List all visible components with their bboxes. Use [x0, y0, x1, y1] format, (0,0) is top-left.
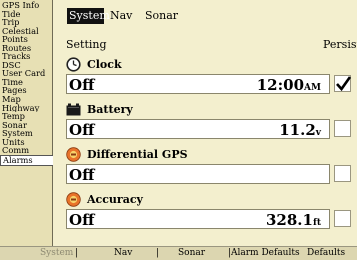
sidebar-item-trip[interactable]: Trip: [0, 18, 52, 27]
tab-sonar[interactable]: Sonar: [143, 8, 180, 24]
alarm-reading: 328.1ft: [265, 211, 321, 229]
sidebar-item-map[interactable]: Map: [0, 95, 52, 104]
menu-system[interactable]: System: [40, 247, 73, 260]
menu-sonar[interactable]: Sonar: [178, 247, 205, 260]
gps-alarms-screen: GPS Info Tide Trip Celestial Points Rout…: [0, 0, 357, 260]
clock-alarm-field[interactable]: Off 12:00AM: [66, 74, 330, 94]
sidebar-item-points[interactable]: Points: [0, 35, 52, 44]
accuracy-icon: [66, 191, 81, 207]
sidebar-item-alarms[interactable]: Alarms: [0, 154, 53, 166]
sidebar: GPS Info Tide Trip Celestial Points Rout…: [0, 0, 53, 246]
alarm-reading: 11.2v: [279, 121, 321, 139]
tab-bar: System Nav Sonar: [53, 0, 357, 28]
sidebar-item-system[interactable]: System: [0, 129, 52, 138]
menu-alarm-defaults[interactable]: Alarm Defaults: [231, 247, 300, 260]
sidebar-item-time[interactable]: Time: [0, 78, 52, 87]
battery-icon: [66, 102, 81, 117]
differential-gps-alarm-field[interactable]: Off: [66, 164, 330, 184]
clock-persist-checkbox[interactable]: [334, 75, 352, 92]
sidebar-item-sonar[interactable]: Sonar: [0, 121, 52, 130]
alarm-setting-value: Off: [69, 166, 95, 184]
battery-alarm-field[interactable]: Off 11.2v: [66, 119, 330, 139]
sidebar-item-celestial[interactable]: Celestial: [0, 27, 52, 36]
alarm-reading: 12:00AM: [256, 76, 321, 94]
accuracy-alarm-field[interactable]: Off 328.1ft: [66, 209, 330, 229]
sidebar-item-gps-info[interactable]: GPS Info: [0, 0, 52, 10]
differential-gps-persist-checkbox[interactable]: [334, 165, 351, 182]
menu-nav[interactable]: Nav: [114, 247, 132, 260]
battery-persist-checkbox[interactable]: [334, 120, 351, 137]
sidebar-item-user-card[interactable]: User Card: [0, 69, 52, 78]
alarm-group-differential-gps: Differential GPS Off: [66, 144, 357, 184]
sidebar-item-tracks[interactable]: Tracks: [0, 52, 52, 61]
divider: |: [75, 248, 79, 258]
bottom-menu-bar: System | Nav | Sonar | Alarm Defaults De…: [0, 246, 357, 260]
main-panel: System Nav Sonar Setting Persist Clock: [53, 0, 357, 246]
checkmark-icon: [336, 76, 352, 92]
alarm-title-label: Battery: [87, 102, 133, 116]
sidebar-item-tide[interactable]: Tide: [0, 10, 52, 19]
sidebar-item-units[interactable]: Units: [0, 138, 52, 147]
alarm-group-battery: Battery Off 11.2v: [66, 99, 357, 139]
sidebar-item-dsc[interactable]: DSC: [0, 61, 52, 70]
alarm-group-accuracy: Accuracy Off 328.1ft: [66, 189, 357, 229]
menu-defaults[interactable]: Defaults: [307, 247, 345, 260]
sidebar-item-routes[interactable]: Routes: [0, 44, 52, 53]
alarm-setting-value: Off: [69, 211, 95, 229]
alarm-setting-value: Off: [69, 76, 95, 94]
dgps-icon: [66, 146, 81, 162]
sidebar-item-comm[interactable]: Comm: [0, 146, 52, 155]
clock-icon: [66, 56, 81, 72]
sidebar-item-pages[interactable]: Pages: [0, 86, 52, 95]
alarm-title-label: Accuracy: [87, 192, 143, 206]
alarm-title-label: Clock: [87, 57, 122, 71]
persist-column-header: Persist: [323, 38, 357, 51]
alarm-title-battery: Battery: [66, 99, 357, 119]
alarm-title-label: Differential GPS: [87, 147, 188, 161]
setting-column-header: Setting: [66, 38, 107, 51]
alarm-title-clock: Clock: [66, 54, 357, 74]
alarm-group-clock: Clock Off 12:00AM: [66, 54, 357, 94]
alarm-title-accuracy: Accuracy: [66, 189, 357, 209]
sidebar-item-highway[interactable]: Highway: [0, 104, 52, 113]
tab-system[interactable]: System: [67, 8, 110, 24]
divider: |: [156, 248, 160, 258]
tab-nav[interactable]: Nav: [108, 8, 134, 24]
alarm-setting-value: Off: [69, 121, 95, 139]
accuracy-persist-checkbox[interactable]: [334, 210, 351, 227]
sidebar-item-temp[interactable]: Temp: [0, 112, 52, 121]
alarm-title-differential-gps: Differential GPS: [66, 144, 357, 164]
